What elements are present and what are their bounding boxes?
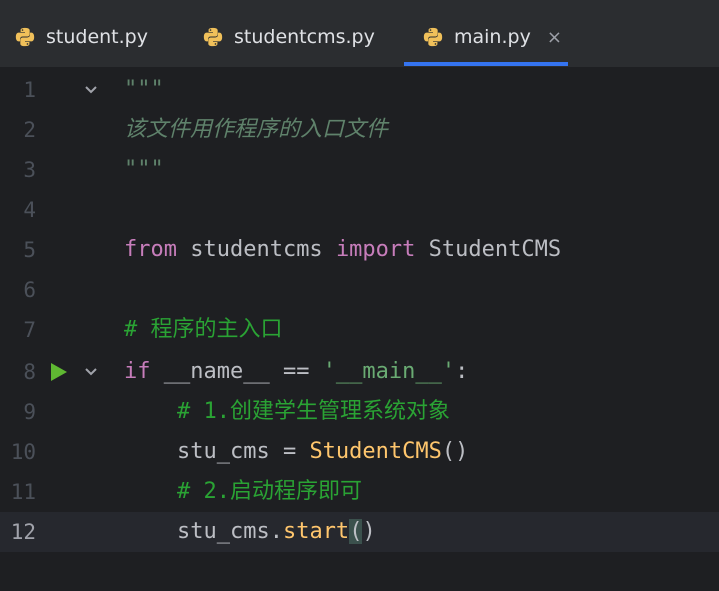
tab-studentcms-py[interactable]: studentcms.py <box>202 8 375 66</box>
run-icon[interactable] <box>50 362 68 382</box>
punctuation: : <box>455 359 469 384</box>
code-line: 4 <box>0 190 719 230</box>
tab-label: studentcms.py <box>234 26 375 48</box>
active-tab-indicator <box>404 62 568 66</box>
docstring: """ <box>124 157 164 182</box>
punctuation: () <box>441 439 469 464</box>
fold-chevron-icon[interactable] <box>84 83 98 97</box>
docstring: 该文件用作程序的入口文件 <box>124 117 389 142</box>
tab-main-py[interactable]: main.py × <box>404 8 568 66</box>
code-line: 10 stu_cms = StudentCMS() <box>0 432 719 472</box>
close-icon[interactable]: × <box>547 27 562 48</box>
module-name: studentcms <box>176 237 336 262</box>
code-text: if __name__ == '__main__': <box>124 352 468 392</box>
python-file-icon <box>423 27 443 47</box>
comment: # 程序的主入口 <box>124 317 283 342</box>
tab-label: main.py <box>454 26 531 48</box>
line-number: 6 <box>23 278 36 302</box>
line-number: 9 <box>23 400 36 424</box>
line-number: 1 <box>23 78 36 102</box>
line-number: 5 <box>23 238 36 262</box>
line-number: 10 <box>10 440 36 464</box>
punctuation: ) <box>362 519 376 544</box>
method-call: start <box>282 519 350 544</box>
editor-tab-bar: student.py studentcms.py main.py × <box>0 0 719 68</box>
tab-student-py[interactable]: student.py <box>14 8 148 66</box>
line-number: 12 <box>10 520 36 544</box>
line-number: 7 <box>23 318 36 342</box>
code-line: 5 from studentcms import StudentCMS <box>0 230 719 270</box>
class-call: StudentCMS <box>309 439 442 464</box>
matched-paren: ( <box>349 519 363 544</box>
line-number: 11 <box>10 480 36 504</box>
expression: __name__ == <box>150 359 323 384</box>
fold-chevron-icon[interactable] <box>84 365 98 379</box>
line-number: 8 <box>23 360 36 384</box>
comment: # 1.创建学生管理系统对象 <box>124 399 450 424</box>
code-line: 2 该文件用作程序的入口文件 <box>0 110 719 150</box>
code-line: 9 # 1.创建学生管理系统对象 <box>0 392 719 432</box>
code-line: 7 # 程序的主入口 <box>0 310 719 350</box>
assignment: stu_cms = <box>124 439 310 464</box>
code-editor[interactable]: 1 """ 2 该文件用作程序的入口文件 3 """ 4 5 from stud… <box>0 68 719 591</box>
code-text: from studentcms import StudentCMS <box>124 230 561 270</box>
line-number: 2 <box>23 118 36 142</box>
keyword: from <box>124 237 177 262</box>
line-number: 3 <box>23 158 36 182</box>
python-file-icon <box>203 27 223 47</box>
code-line: 8 if __name__ == '__main__': <box>0 352 719 392</box>
line-number: 4 <box>23 198 36 222</box>
docstring: """ <box>124 77 164 102</box>
code-line: 3 """ <box>0 150 719 190</box>
comment: # 2.启动程序即可 <box>124 479 362 504</box>
code-line: 6 <box>0 270 719 310</box>
tab-label: student.py <box>46 26 148 48</box>
code-line: 1 """ <box>0 70 719 110</box>
code-text: stu_cms.start() <box>124 512 376 552</box>
current-code-line: 12 stu_cms.start() <box>0 512 719 552</box>
code-line: 11 # 2.启动程序即可 <box>0 472 719 512</box>
object-access: stu_cms. <box>124 519 283 544</box>
class-name: StudentCMS <box>415 237 562 262</box>
keyword: if <box>124 359 151 384</box>
string-literal: '__main__' <box>322 359 456 384</box>
keyword: import <box>335 237 416 262</box>
code-text: stu_cms = StudentCMS() <box>124 432 468 472</box>
python-file-icon <box>15 27 35 47</box>
